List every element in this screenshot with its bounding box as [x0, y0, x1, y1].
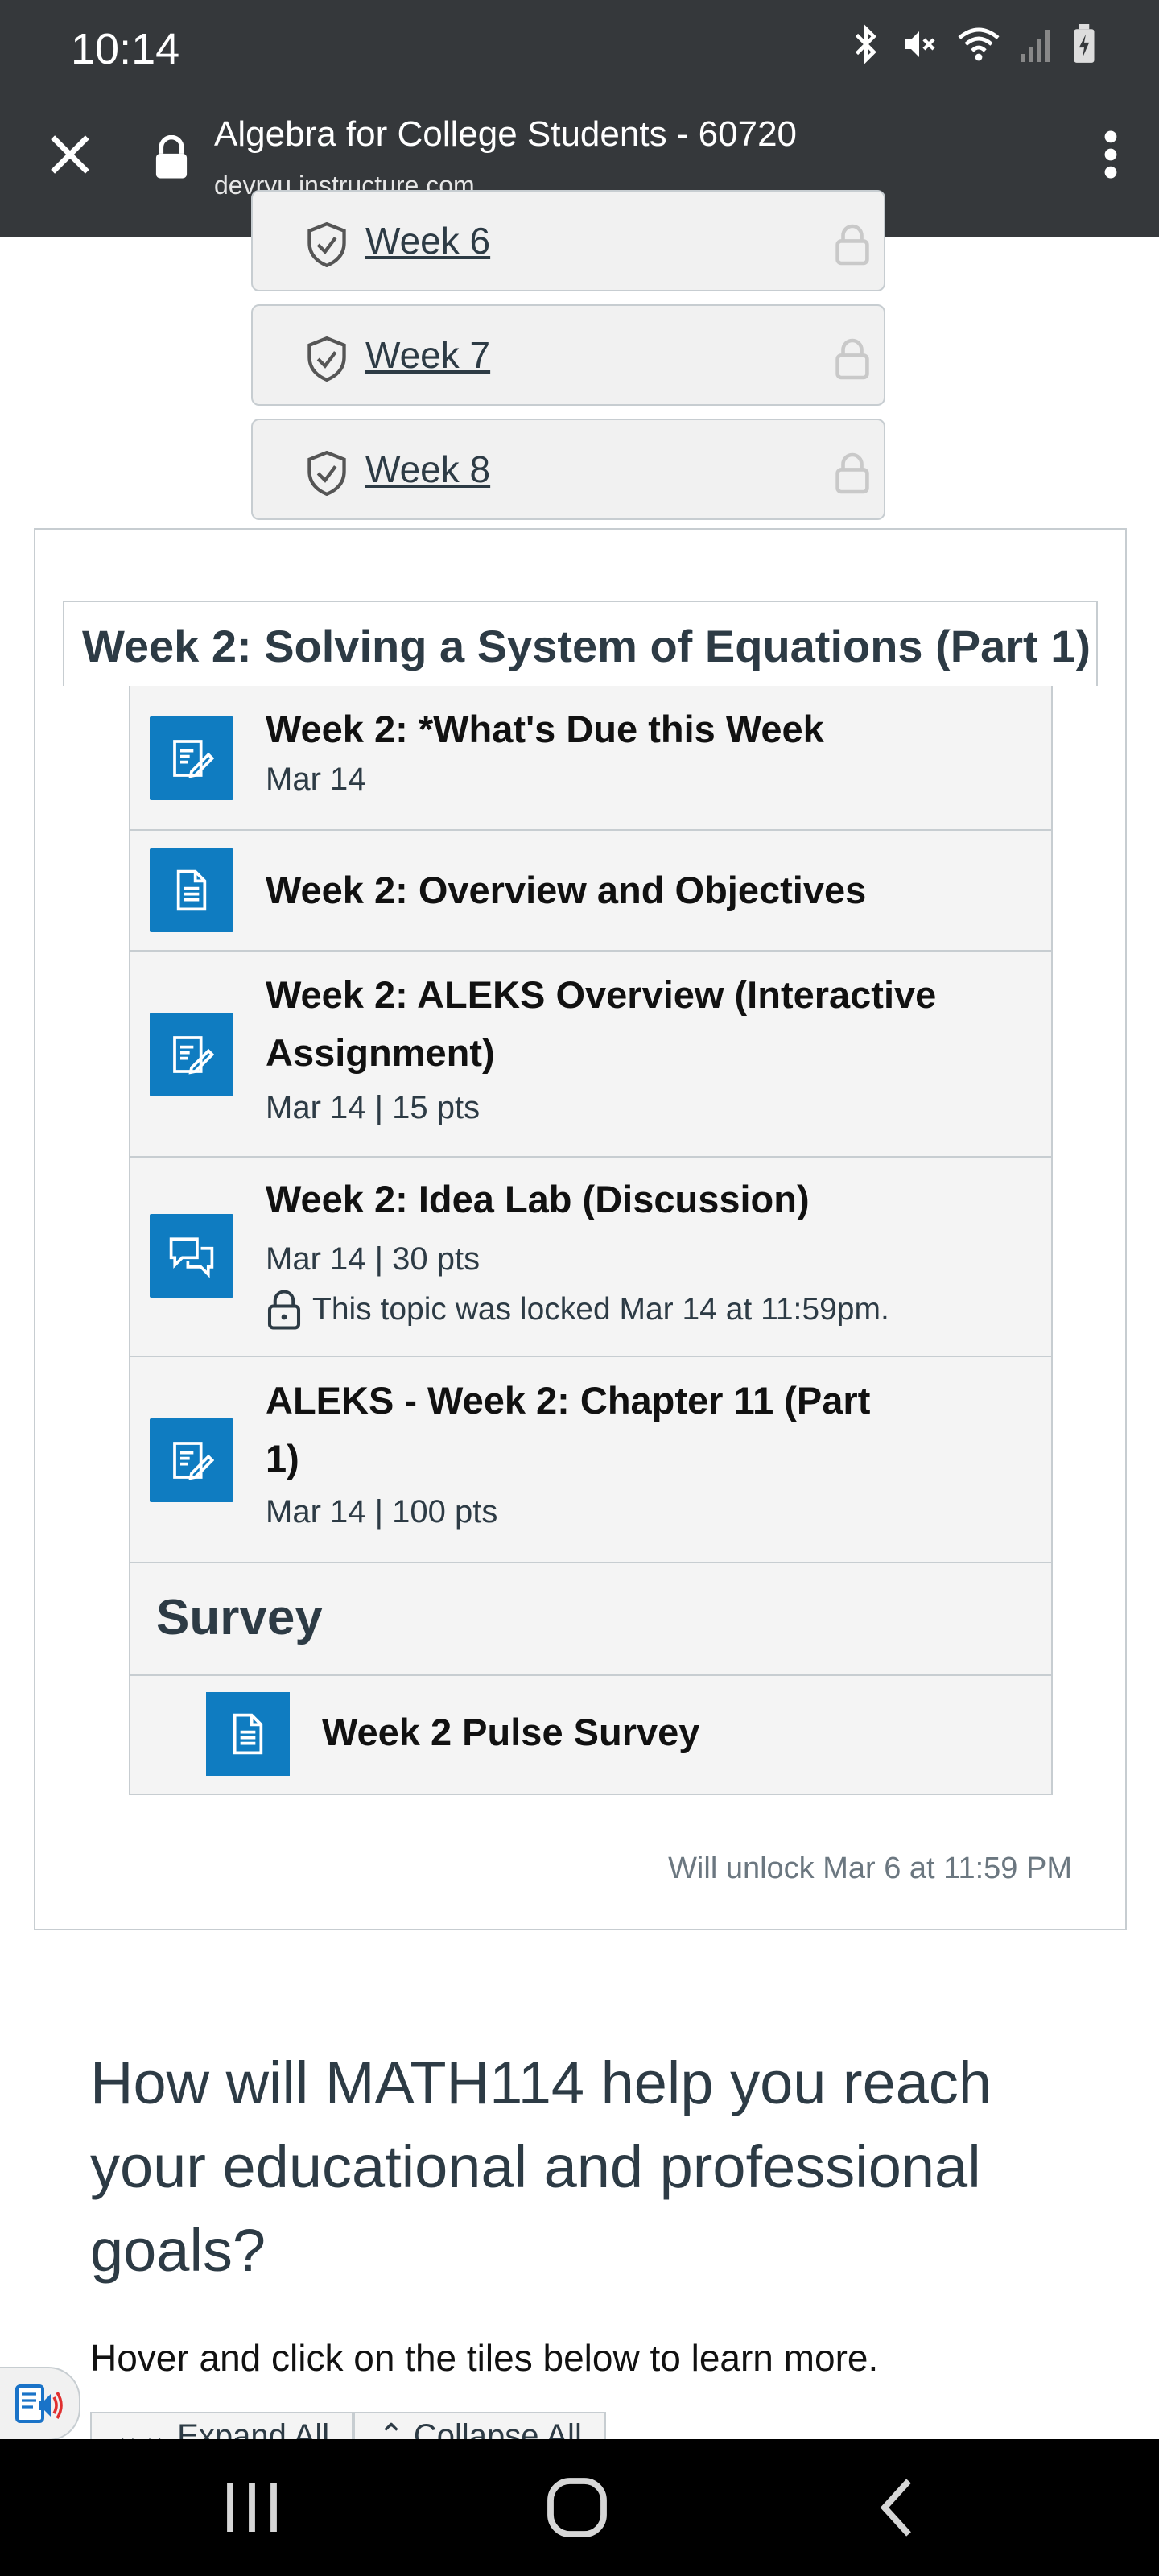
assignment-icon	[150, 1418, 233, 1502]
survey-subheader-label: Survey	[156, 1590, 323, 1645]
battery-charging-icon	[1072, 24, 1096, 73]
week-link-8[interactable]: Week 8	[251, 419, 885, 520]
signal-icon	[1019, 24, 1054, 73]
readspeaker-tab[interactable]	[0, 2367, 80, 2441]
recent-apps-icon[interactable]	[216, 2471, 288, 2544]
status-icons	[850, 24, 1096, 73]
module-card: Week 2: Solving a System of Equations (P…	[34, 528, 1127, 1930]
close-icon[interactable]	[42, 129, 98, 185]
page-icon	[150, 848, 233, 932]
bluetooth-icon	[850, 24, 882, 73]
discussion-icon	[150, 1214, 233, 1298]
module-item-aleks-chapter-11[interactable]: ALEKS - Week 2: Chapter 11 (Part 1) Mar …	[130, 1357, 1051, 1563]
shield-check-icon	[307, 451, 346, 496]
module-item-title[interactable]: Week 2 Pulse Survey	[322, 1710, 699, 1754]
instruction-text: Hover and click on the tiles below to le…	[90, 2337, 879, 2379]
module-item-overview[interactable]: Week 2: Overview and Objectives	[130, 831, 1051, 952]
section-heading: How will MATH114 help you reach your edu…	[90, 2050, 992, 2284]
wifi-icon	[956, 24, 1001, 73]
module-item-meta: Mar 14	[266, 762, 366, 797]
system-navigation-bar	[0, 2439, 1159, 2576]
page-icon	[206, 1692, 290, 1776]
module-item-title[interactable]: Week 2: Overview and Objectives	[266, 861, 866, 919]
survey-subheader: Survey	[130, 1563, 1051, 1676]
module-item-pulse-survey[interactable]: Week 2 Pulse Survey	[130, 1676, 1051, 1794]
week-link-label[interactable]: Week 7	[365, 333, 490, 377]
lock-icon	[835, 338, 869, 380]
back-icon[interactable]	[863, 2471, 935, 2544]
unlock-date-text: Will unlock Mar 6 at 11:59 PM	[668, 1852, 1072, 1885]
status-bar: 10:14	[0, 0, 1159, 97]
shield-check-icon	[307, 336, 346, 382]
module-item-meta: Mar 14 | 30 pts	[266, 1241, 481, 1277]
module-item-title-line2[interactable]: Assignment)	[266, 1024, 495, 1082]
module-item-title[interactable]: Week 2: *What's Due this Week	[266, 700, 824, 758]
assignment-icon	[150, 716, 233, 800]
module-items-list: Week 2: *What's Due this Week Mar 14 Wee…	[129, 686, 1053, 1795]
week-link-7[interactable]: Week 7	[251, 304, 885, 406]
module-item-title-line2[interactable]: 1)	[266, 1430, 299, 1488]
lock-icon	[835, 452, 869, 494]
module-item-title-line1[interactable]: ALEKS - Week 2: Chapter 11 (Part	[266, 1372, 870, 1430]
week-link-6[interactable]: Week 6	[251, 190, 885, 291]
week-link-label[interactable]: Week 8	[365, 448, 490, 491]
module-item-whats-due[interactable]: Week 2: *What's Due this Week Mar 14	[130, 686, 1051, 831]
page-title[interactable]: Algebra for College Students - 60720	[214, 114, 797, 155]
text-to-speech-icon	[15, 2384, 63, 2423]
status-time: 10:14	[71, 25, 180, 73]
module-item-title[interactable]: Week 2: Idea Lab (Discussion)	[266, 1170, 810, 1228]
module-item-title-line1[interactable]: Week 2: ALEKS Overview (Interactive	[266, 966, 936, 1024]
home-icon[interactable]	[541, 2471, 613, 2544]
assignment-icon	[150, 1013, 233, 1096]
week-link-label[interactable]: Week 6	[365, 219, 490, 262]
module-item-idea-lab[interactable]: Week 2: Idea Lab (Discussion) Mar 14 | 3…	[130, 1158, 1051, 1357]
mute-icon	[900, 24, 938, 73]
module-header[interactable]: Week 2: Solving a System of Equations (P…	[63, 601, 1098, 686]
module-item-meta: Mar 14 | 15 pts	[266, 1090, 481, 1125]
shield-check-icon	[307, 222, 346, 267]
locked-message: This topic was locked Mar 14 at 11:59pm.	[266, 1288, 889, 1331]
locked-message-text: This topic was locked Mar 14 at 11:59pm.	[312, 1292, 889, 1327]
lock-icon[interactable]	[153, 134, 193, 192]
lock-icon	[835, 224, 869, 266]
more-options-icon[interactable]	[1095, 129, 1127, 193]
module-item-aleks-overview[interactable]: Week 2: ALEKS Overview (Interactive Assi…	[130, 952, 1051, 1158]
lock-icon	[267, 1290, 301, 1330]
module-title[interactable]: Week 2: Solving a System of Equations (P…	[82, 620, 1091, 672]
module-item-meta: Mar 14 | 100 pts	[266, 1494, 498, 1530]
